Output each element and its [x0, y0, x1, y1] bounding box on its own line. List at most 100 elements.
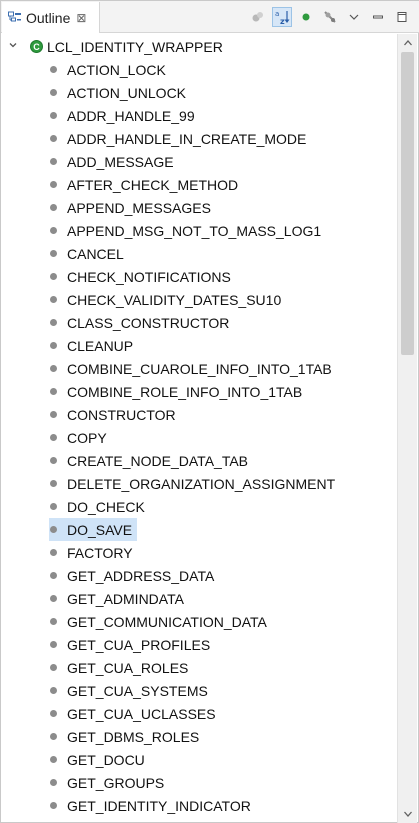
tree-method-item[interactable]: CANCEL — [49, 242, 126, 265]
method-dot-icon — [50, 388, 57, 395]
method-label: FACTORY — [67, 544, 133, 561]
method-dot-icon — [50, 733, 57, 740]
view-header: Outline ⊠ a z — [1, 1, 419, 33]
method-label: APPEND_MSG_NOT_TO_MASS_LOG1 — [67, 222, 322, 239]
method-dot-icon — [50, 319, 57, 326]
method-dot-icon — [50, 411, 57, 418]
tree-method-item[interactable]: GET_IDENTITY_INDICATOR — [49, 794, 253, 817]
method-dot-icon — [50, 112, 57, 119]
method-label: COMBINE_CUAROLE_INFO_INTO_1TAB — [67, 360, 332, 377]
tree-method-item[interactable]: CHECK_VALIDITY_DATES_SU10 — [49, 288, 283, 311]
tree-method-item[interactable]: CLASS_CONSTRUCTOR — [49, 311, 231, 334]
method-dot-icon — [50, 296, 57, 303]
method-label: CHECK_VALIDITY_DATES_SU10 — [67, 291, 282, 308]
class-icon: C — [30, 40, 43, 53]
tree-method-item[interactable]: ADDR_HANDLE_99 — [49, 104, 197, 127]
method-dot-icon — [50, 227, 57, 234]
tree-method-item[interactable]: DO_SAVE — [49, 518, 138, 541]
tree-method-item[interactable]: GET_CUA_PROFILES — [49, 633, 212, 656]
tree-method-item[interactable]: ACTION_UNLOCK — [49, 81, 188, 104]
tree-method-item[interactable]: CREATE_NODE_DATA_TAB — [49, 449, 250, 472]
tree-method-item[interactable]: FACTORY — [49, 541, 135, 564]
method-label: ACTION_UNLOCK — [67, 84, 187, 101]
method-dot-icon — [50, 135, 57, 142]
tree-method-item[interactable]: APPEND_MSG_NOT_TO_MASS_LOG1 — [49, 219, 323, 242]
method-label: GET_GROUPS — [67, 774, 165, 791]
hide-fields-icon[interactable] — [248, 7, 268, 27]
tree-method-item[interactable]: ADDR_HANDLE_IN_CREATE_MODE — [49, 127, 308, 150]
tree-root-label: LCL_IDENTITY_WRAPPER — [47, 38, 223, 55]
tree-method-item[interactable]: GET_CUA_UCLASSES — [49, 702, 218, 725]
tree-method-item[interactable]: DO_CHECK — [49, 495, 147, 518]
method-label: GET_CUA_ROLES — [67, 659, 189, 676]
tree-method-item[interactable]: AFTER_CHECK_METHOD — [49, 173, 240, 196]
method-label: DO_SAVE — [65, 521, 135, 538]
close-icon[interactable]: ⊠ — [76, 12, 86, 24]
scrollbar-thumb[interactable] — [401, 52, 414, 355]
tab-outline[interactable]: Outline ⊠ — [2, 2, 100, 33]
method-dot-icon — [50, 802, 57, 809]
tree-root-node[interactable]: C LCL_IDENTITY_WRAPPER — [8, 35, 223, 58]
tree-method-item[interactable]: APPEND_MESSAGES — [49, 196, 213, 219]
method-dot-icon — [50, 687, 57, 694]
method-dot-icon — [50, 273, 57, 280]
maximize-icon[interactable] — [392, 7, 412, 27]
vertical-scrollbar[interactable] — [397, 34, 417, 823]
sort-az-icon[interactable]: a z — [272, 7, 292, 27]
method-dot-icon — [50, 181, 57, 188]
method-label: GET_CUA_UCLASSES — [67, 705, 216, 722]
method-label: CLASS_CONSTRUCTOR — [67, 314, 230, 331]
tree-method-item[interactable]: GET_DBMS_ROLES — [49, 725, 201, 748]
method-label: APPEND_MESSAGES — [67, 199, 211, 216]
tree-method-item[interactable]: COMBINE_ROLE_INFO_INTO_1TAB — [49, 380, 304, 403]
method-label: COMBINE_ROLE_INFO_INTO_1TAB — [67, 383, 303, 400]
tree-method-item[interactable]: GET_CUA_SYSTEMS — [49, 679, 210, 702]
method-dot-icon — [50, 779, 57, 786]
method-label: CHECK_NOTIFICATIONS — [67, 268, 231, 285]
tree-method-item[interactable]: GET_DOCU — [49, 748, 147, 771]
tree-method-item[interactable]: COPY — [49, 426, 109, 449]
tree-method-item[interactable]: GET_CUA_ROLES — [49, 656, 190, 679]
method-label: COPY — [67, 429, 107, 446]
method-dot-icon — [50, 250, 57, 257]
outline-icon — [8, 11, 22, 25]
method-label: ADDR_HANDLE_IN_CREATE_MODE — [67, 130, 307, 147]
tree-method-item[interactable]: GET_COMMUNICATION_DATA — [49, 610, 269, 633]
tree-method-item[interactable]: CONSTRUCTOR — [49, 403, 178, 426]
method-label: GET_CUA_SYSTEMS — [67, 682, 208, 699]
view-toolbar: a z — [248, 5, 412, 29]
method-dot-icon — [50, 204, 57, 211]
tree-method-item[interactable]: CLEANUP — [49, 334, 135, 357]
hide-nonpublic-icon[interactable] — [296, 7, 316, 27]
method-label: ADD_MESSAGE — [67, 153, 174, 170]
method-label: ADDR_HANDLE_99 — [67, 107, 195, 124]
tree-method-item[interactable]: ADD_MESSAGE — [49, 150, 176, 173]
chevron-down-icon[interactable] — [8, 40, 20, 53]
method-dot-icon — [50, 756, 57, 763]
method-dot-icon — [50, 526, 57, 533]
method-dot-icon — [50, 641, 57, 648]
method-label: GET_DBMS_ROLES — [67, 728, 200, 745]
minimize-icon[interactable] — [368, 7, 388, 27]
tree-method-item[interactable]: CHECK_NOTIFICATIONS — [49, 265, 233, 288]
hide-static-icon[interactable] — [320, 7, 340, 27]
scroll-down-icon[interactable] — [398, 805, 418, 823]
method-dot-icon — [50, 89, 57, 96]
tree-method-item[interactable]: GET_ADMINDATA — [49, 587, 186, 610]
scroll-up-icon[interactable] — [398, 34, 418, 52]
method-dot-icon — [50, 595, 57, 602]
tree-method-item[interactable]: GET_GROUPS — [49, 771, 166, 794]
method-label: GET_ADMINDATA — [67, 590, 184, 607]
method-label: GET_IDENTITY_INDICATOR — [67, 797, 251, 814]
tree-method-item[interactable]: DELETE_ORGANIZATION_ASSIGNMENT — [49, 472, 337, 495]
view-menu-icon[interactable] — [344, 7, 364, 27]
method-dot-icon — [50, 710, 57, 717]
tree-method-item[interactable]: ACTION_LOCK — [49, 58, 168, 81]
method-dot-icon — [50, 434, 57, 441]
sort-a-letter: a — [275, 10, 279, 18]
method-dot-icon — [50, 618, 57, 625]
tree-method-item[interactable]: GET_ADDRESS_DATA — [49, 564, 216, 587]
method-dot-icon — [50, 480, 57, 487]
method-label: CANCEL — [67, 245, 124, 262]
tree-method-item[interactable]: COMBINE_CUAROLE_INFO_INTO_1TAB — [49, 357, 334, 380]
